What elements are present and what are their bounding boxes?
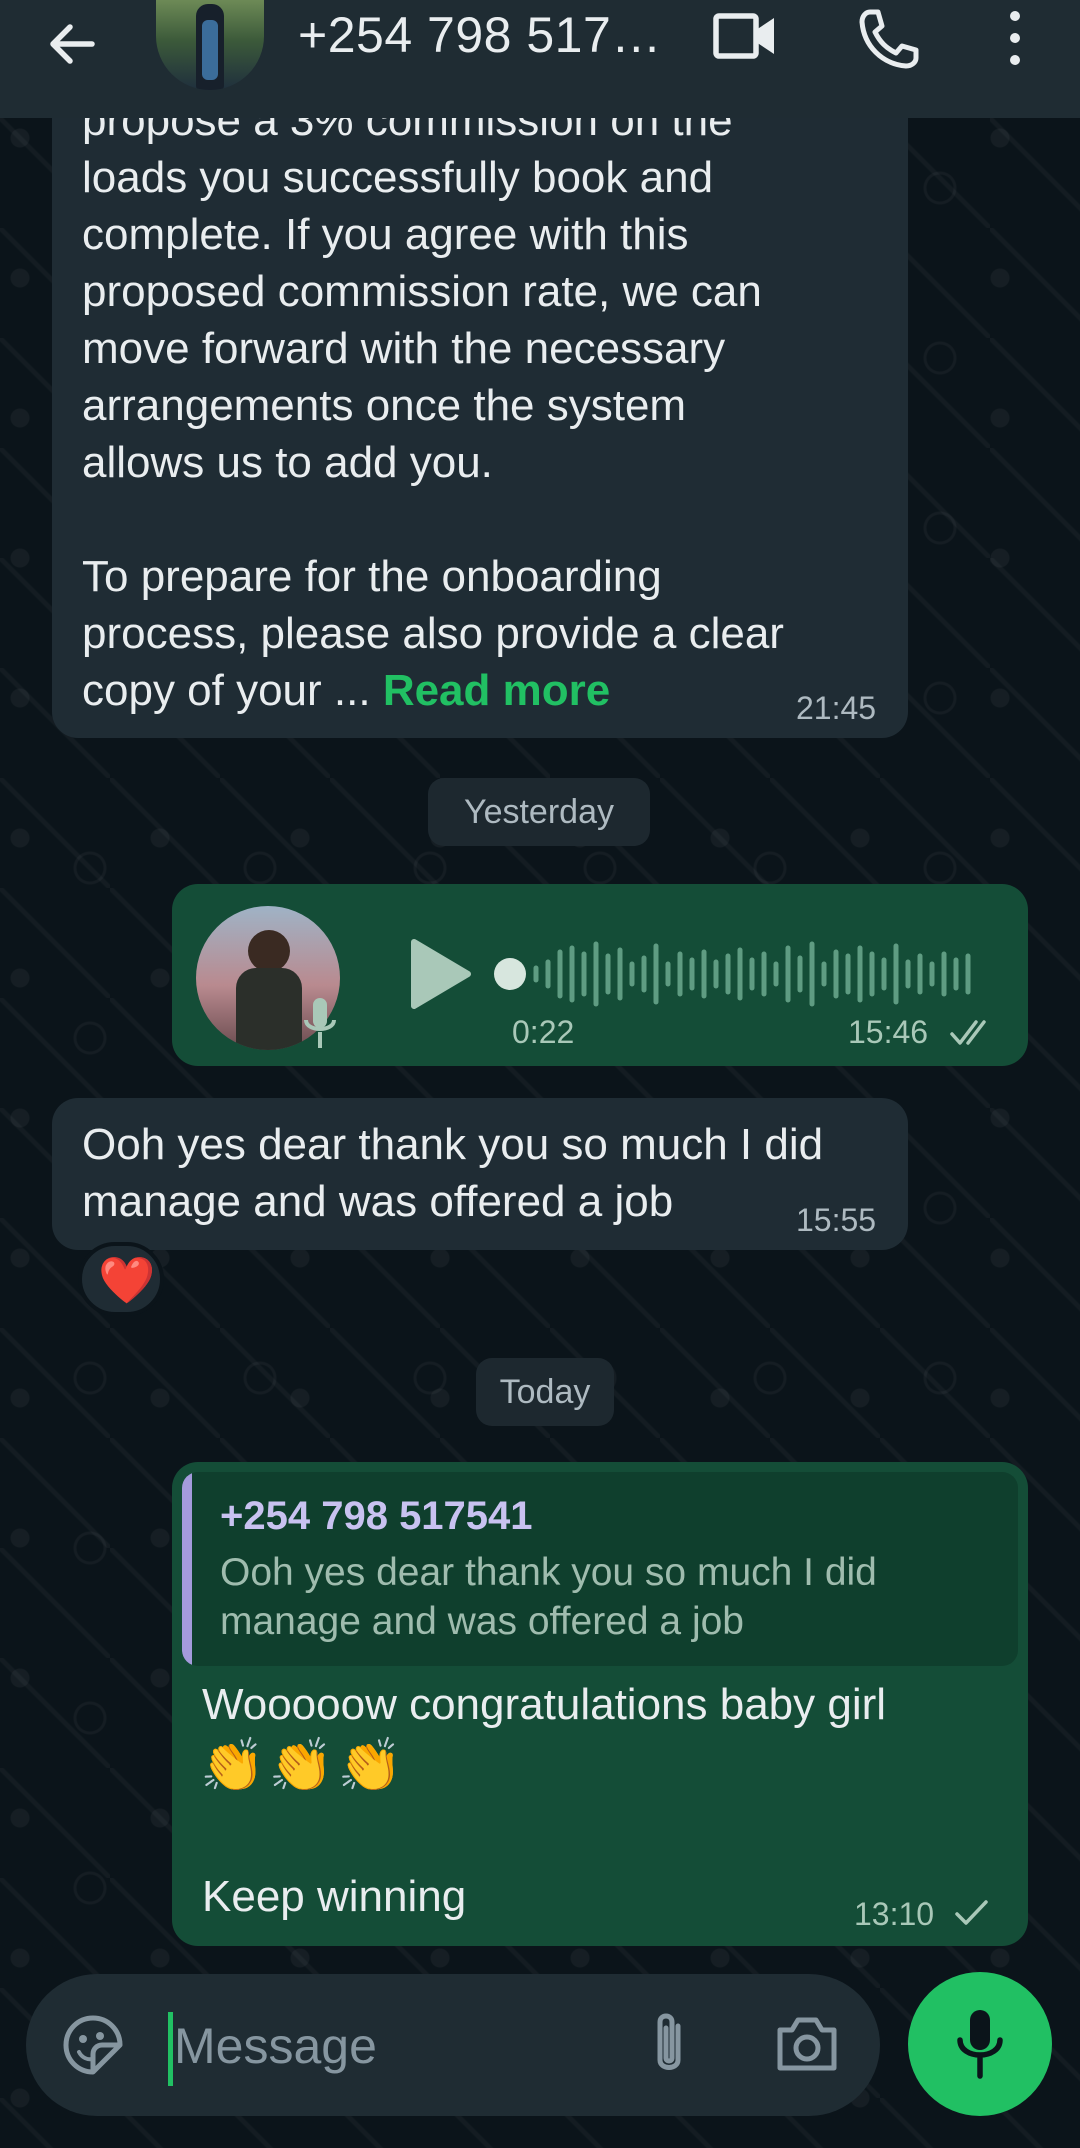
message-bubble-incoming[interactable]: propose a 3% commission on the loads you… (52, 60, 908, 738)
message-bubble-incoming[interactable]: Ooh yes dear thank you so much I did man… (52, 1098, 908, 1250)
video-call-icon[interactable] (712, 6, 778, 66)
quoted-message[interactable]: +254 798 517541 Ooh yes dear thank you s… (182, 1472, 1018, 1666)
message-time: 15:55 (796, 1202, 877, 1238)
message-time: 21:45 (796, 690, 877, 726)
text-caret (168, 2012, 173, 2086)
date-separator: Yesterday (428, 778, 650, 846)
message-composer (26, 1974, 880, 2116)
audio-waveform[interactable] (492, 934, 982, 1014)
read-more-link[interactable]: Read more (383, 666, 610, 715)
voice-duration: 0:22 (512, 1014, 575, 1050)
voice-record-button[interactable] (908, 1972, 1052, 2116)
microphone-icon (957, 2010, 1003, 2079)
read-double-check-icon (950, 1020, 986, 1045)
message-text: Ooh yes dear thank you so much I did man… (82, 1120, 824, 1226)
message-input[interactable] (174, 2004, 594, 2088)
contact-avatar[interactable] (156, 0, 264, 90)
date-separator: Today (476, 1358, 614, 1426)
voice-message-bubble[interactable]: 0:22 15:46 (172, 884, 1028, 1066)
back-arrow-icon[interactable] (40, 12, 104, 76)
message-text: propose a 3% commission on the loads you… (82, 96, 784, 715)
heart-reaction[interactable]: ❤️ (78, 1242, 164, 1316)
message-bubble-outgoing[interactable]: +254 798 517541 Ooh yes dear thank you s… (172, 1462, 1028, 1946)
sticker-emoji-icon[interactable] (62, 2014, 124, 2076)
clapping-hands-emojis: 👏👏👏 (200, 1737, 407, 1795)
attach-paperclip-icon[interactable] (642, 2008, 696, 2082)
sent-check-icon (955, 1900, 988, 1925)
heart-icon: ❤️ (98, 1254, 156, 1306)
message-text-line: Wooooow congratulations baby girl (202, 1680, 887, 1729)
chat-header: +254 798 517… (0, 0, 1080, 118)
quoted-sender: +254 798 517541 (220, 1494, 533, 1538)
camera-icon[interactable] (774, 2014, 840, 2074)
quote-accent-bar (182, 1472, 192, 1666)
more-options-icon[interactable] (1000, 6, 1030, 70)
quoted-text: Ooh yes dear thank you so much I did man… (220, 1551, 877, 1643)
voice-call-icon[interactable] (856, 6, 922, 72)
message-time: 13:10 (854, 1896, 935, 1932)
contact-name[interactable]: +254 798 517… (298, 6, 662, 64)
message-text-line: Keep winning (202, 1872, 467, 1921)
play-icon[interactable] (402, 934, 474, 1014)
message-time: 15:46 (848, 1014, 929, 1050)
voice-mic-icon (304, 998, 336, 1048)
